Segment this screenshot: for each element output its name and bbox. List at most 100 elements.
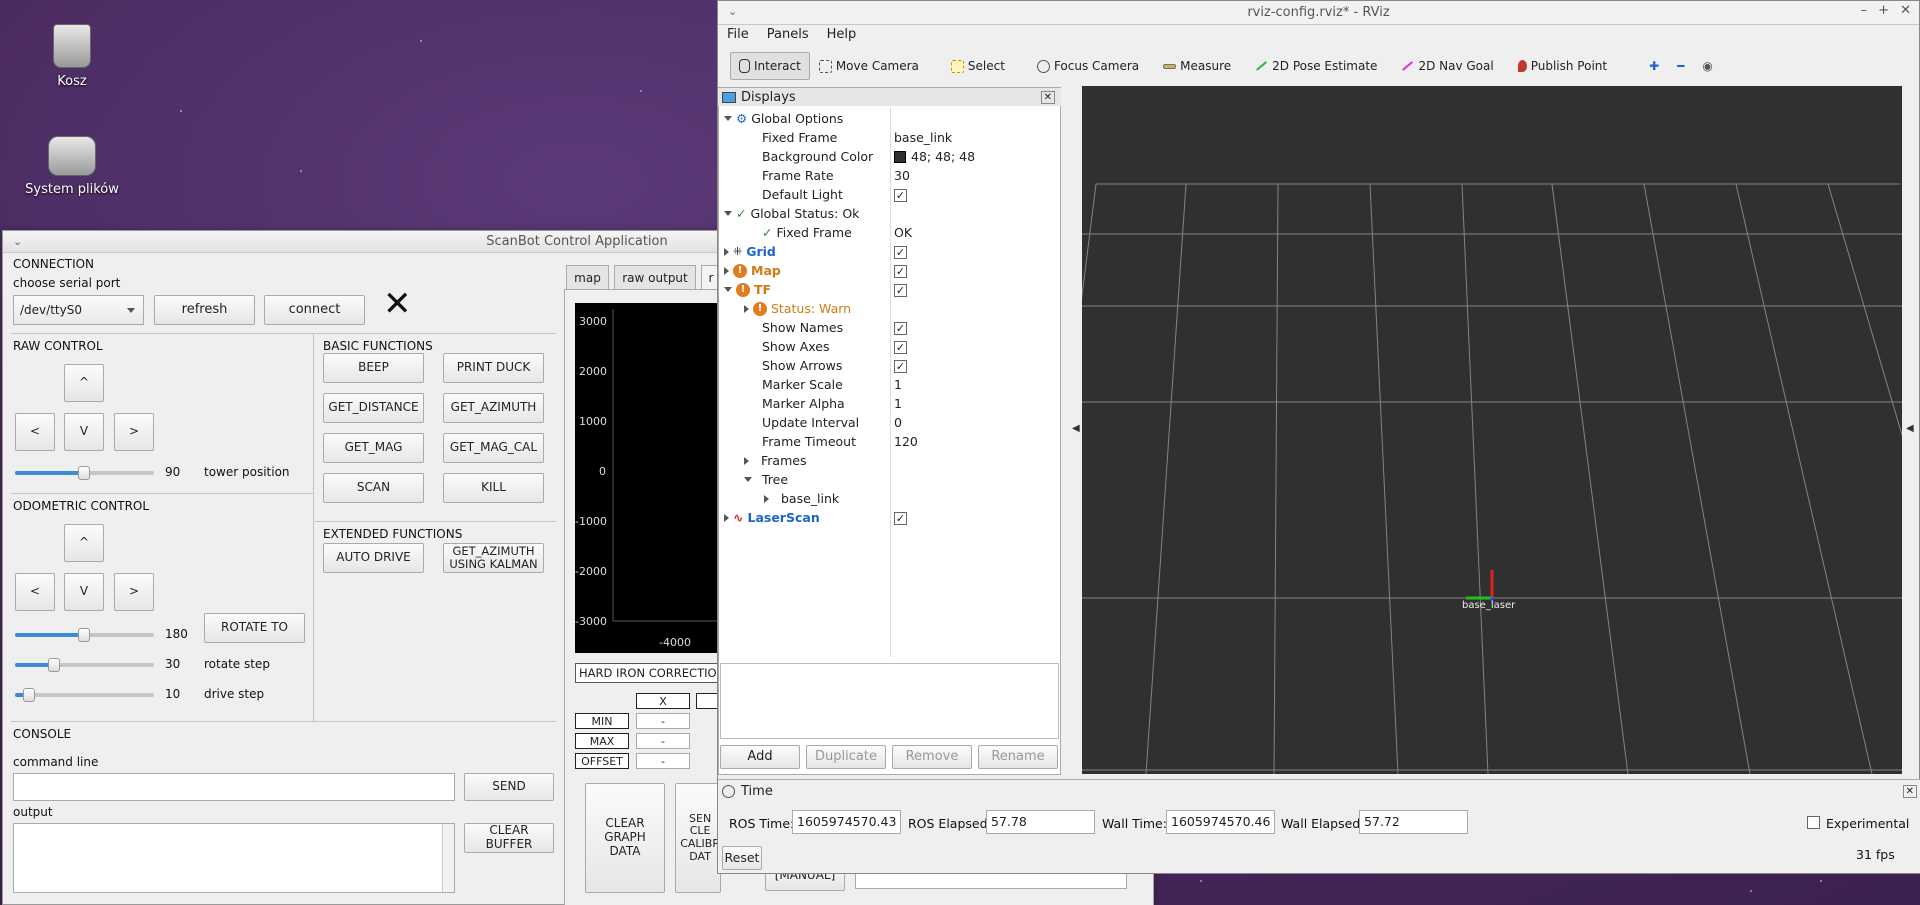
serial-port-select[interactable]: /dev/ttyS0 [13, 295, 144, 325]
kill-button[interactable]: KILL [443, 473, 544, 503]
tower-slider-knob[interactable] [78, 466, 90, 480]
collapse-left-icon[interactable]: ◀ [1072, 423, 1080, 434]
beep-button[interactable]: BEEP [323, 353, 424, 383]
tool-2d-pose-estimate[interactable]: 2D Pose Estimate [1246, 52, 1386, 80]
trash-desktop-icon[interactable]: Kosz [12, 24, 132, 89]
get-mag-cal-button[interactable]: GET_MAG_CAL [443, 433, 544, 463]
window-menu-icon[interactable]: ⌄ [13, 235, 22, 248]
duplicate-display-button[interactable]: Duplicate [806, 745, 886, 769]
rotate-angle-slider[interactable] [15, 628, 154, 642]
chevron-down-icon[interactable] [744, 477, 752, 482]
menu-panels[interactable]: Panels [758, 25, 818, 47]
remove-display-button[interactable]: Remove [892, 745, 972, 769]
maximize-icon[interactable]: + [1878, 3, 1889, 18]
odo-right-button[interactable]: > [114, 573, 154, 611]
send-button[interactable]: SEND [464, 773, 554, 801]
connect-button[interactable]: connect [264, 295, 365, 325]
eye-icon[interactable]: ◉ [1693, 52, 1721, 80]
rviz-titlebar[interactable]: ⌄ rviz-config.rviz* - RViz – + ✕ [718, 1, 1919, 25]
tree-row[interactable]: ⁜ Grid ✓ [718, 242, 1061, 261]
chevron-right-icon[interactable] [724, 266, 729, 275]
tree-row[interactable]: ✓ Global Status: Ok [718, 204, 1061, 223]
chevron-right-icon[interactable] [724, 513, 729, 522]
tool-focus-camera[interactable]: Focus Camera [1028, 52, 1148, 80]
refresh-button[interactable]: refresh [154, 295, 255, 325]
tree-row[interactable]: ! TF ✓ [718, 280, 1061, 299]
reset-button[interactable]: Reset [722, 846, 762, 870]
tree-row[interactable]: Fixed Frame base_link [718, 128, 1061, 147]
tree-row[interactable]: Frames [718, 451, 1061, 470]
chevron-down-icon[interactable] [724, 116, 732, 121]
menu-help[interactable]: Help [818, 25, 866, 47]
clear-graph-data-button[interactable]: CLEAR GRAPH DATA [585, 783, 665, 893]
add-display-button[interactable]: Add [720, 745, 800, 769]
tab-map[interactable]: map [566, 265, 609, 289]
wall-time-field[interactable]: 1605974570.46 [1166, 810, 1275, 834]
tree-row[interactable]: Default Light ✓ [718, 185, 1061, 204]
chevron-right-icon[interactable] [744, 304, 749, 313]
tree-row[interactable]: ✓ Fixed Frame OK [718, 223, 1061, 242]
tree-row[interactable]: Show Arrows ✓ [718, 356, 1061, 375]
odo-left-button[interactable]: < [15, 573, 55, 611]
show-names-checkbox[interactable]: ✓ [894, 322, 907, 335]
chevron-down-icon[interactable] [724, 287, 732, 292]
show-arrows-checkbox[interactable]: ✓ [894, 360, 907, 373]
ros-elapsed-field[interactable]: 57.78 [986, 810, 1095, 834]
print-duck-button[interactable]: PRINT DUCK [443, 353, 544, 383]
tree-row[interactable]: Tree [718, 470, 1061, 489]
tf-checkbox[interactable]: ✓ [894, 284, 907, 297]
minimize-icon[interactable]: – [1861, 3, 1868, 18]
filesystem-desktop-icon[interactable]: System plików [12, 136, 132, 197]
tree-row[interactable]: Frame Timeout 120 [718, 432, 1061, 451]
tree-row[interactable]: ∿ LaserScan ✓ [718, 508, 1061, 527]
tree-row[interactable]: Update Interval 0 [718, 413, 1061, 432]
rotate-to-button[interactable]: ROTATE TO [204, 613, 305, 643]
rotate-step-slider[interactable] [15, 658, 154, 672]
map-checkbox[interactable]: ✓ [894, 265, 907, 278]
tree-row[interactable]: Marker Alpha 1 [718, 394, 1061, 413]
get-distance-button[interactable]: GET_DISTANCE [323, 393, 424, 423]
tool-2d-nav-goal[interactable]: 2D Nav Goal [1392, 52, 1502, 80]
tower-position-slider[interactable] [15, 466, 154, 480]
time-close-icon[interactable]: ✕ [1902, 784, 1917, 798]
raw-up-button[interactable]: ^ [64, 364, 104, 402]
show-axes-checkbox[interactable]: ✓ [894, 341, 907, 354]
add-tool-button[interactable]: ✚ [1640, 52, 1668, 80]
output-textarea[interactable] [13, 823, 455, 893]
tool-publish-point[interactable]: Publish Point [1509, 52, 1616, 80]
wall-elapsed-field[interactable]: 57.72 [1359, 810, 1468, 834]
send-clear-calibration-button[interactable]: SEN CLE CALIBR DAT [675, 783, 721, 893]
close-icon[interactable]: ✕ [1900, 3, 1911, 18]
tree-row[interactable]: Show Axes ✓ [718, 337, 1061, 356]
clear-buffer-button[interactable]: CLEAR BUFFER [464, 823, 554, 853]
tree-row[interactable]: base_link [718, 489, 1061, 508]
tool-move-camera[interactable]: Move Camera [810, 52, 928, 80]
rviz-window-menu-icon[interactable]: ⌄ [728, 5, 737, 18]
chevron-right-icon[interactable] [764, 494, 769, 503]
tool-interact[interactable]: Interact [730, 52, 810, 80]
chevron-right-icon[interactable] [744, 456, 749, 465]
odo-up-button[interactable]: ^ [64, 524, 104, 562]
auto-drive-button[interactable]: AUTO DRIVE [323, 543, 424, 573]
tree-row[interactable]: ! Map ✓ [718, 261, 1061, 280]
raw-right-button[interactable]: > [114, 413, 154, 451]
tree-row[interactable]: ! Status: Warn [718, 299, 1061, 318]
raw-left-button[interactable]: < [15, 413, 55, 451]
chevron-down-icon[interactable] [724, 211, 732, 216]
grid-checkbox[interactable]: ✓ [894, 246, 907, 259]
collapse-right-icon[interactable]: ◀ [1906, 423, 1914, 434]
remove-tool-button[interactable]: ━ [1668, 52, 1693, 80]
tool-measure[interactable]: Measure [1154, 52, 1240, 80]
rename-display-button[interactable]: Rename [978, 745, 1058, 769]
get-azimuth-kalman-button[interactable]: GET_AZIMUTH USING KALMAN [443, 543, 544, 573]
drive-step-knob[interactable] [23, 688, 35, 702]
tree-row[interactable]: Frame Rate 30 [718, 166, 1061, 185]
output-scrollbar[interactable] [442, 824, 454, 892]
command-line-input[interactable] [13, 773, 455, 801]
experimental-checkbox[interactable] [1807, 816, 1820, 829]
rotate-slider-knob[interactable] [78, 628, 90, 642]
ros-time-field[interactable]: 1605974570.43 [792, 810, 901, 834]
raw-down-button[interactable]: V [64, 413, 104, 451]
chevron-right-icon[interactable] [724, 247, 729, 256]
tree-row[interactable]: Background Color 48; 48; 48 [718, 147, 1061, 166]
